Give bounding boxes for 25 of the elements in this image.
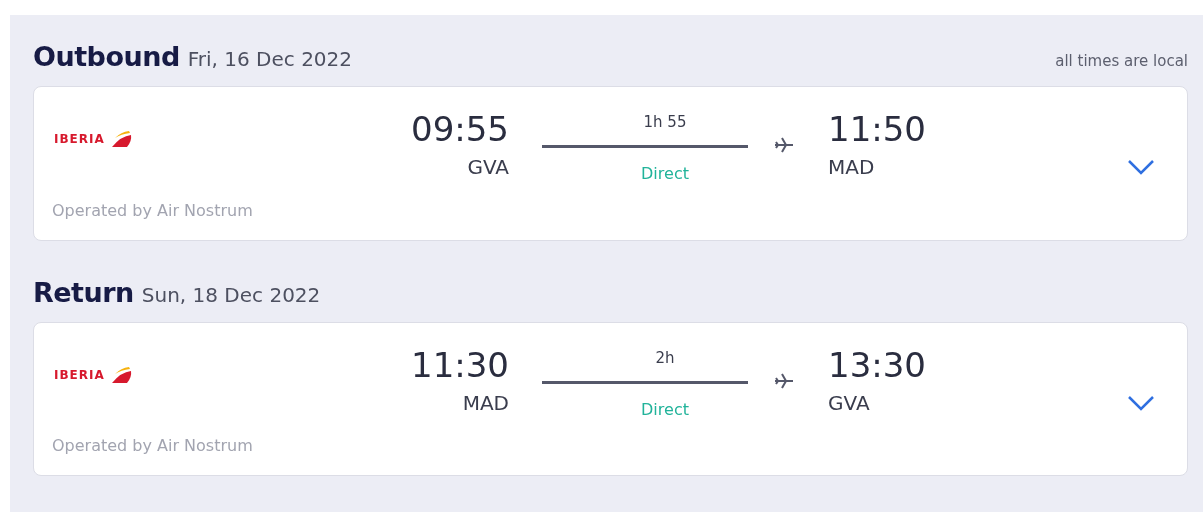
arrival-airport: MAD (828, 155, 876, 179)
leg-date: Sun, 18 Dec 2022 (141, 282, 321, 307)
leg-title: Return (33, 276, 134, 308)
plane-icon (774, 136, 794, 154)
plane-icon (774, 371, 794, 390)
flight-duration: 1h 55 (643, 113, 687, 131)
arrival-time: 11:50 (828, 109, 927, 149)
departure-time: 09:55 (410, 109, 509, 149)
leg-date: Fri, 16 Dec 2022 (187, 47, 353, 71)
arrival-time: 13:30 (828, 344, 927, 385)
operator-text: Operated by Air Nostrum (52, 200, 253, 220)
operator-text: Operated by Air Nostrum (52, 436, 253, 455)
departure-airport: MAD (461, 390, 509, 415)
departure-time: 11:30 (410, 344, 509, 385)
chevron-down-icon[interactable] (1127, 394, 1155, 411)
airline-logo: IBERIA (54, 362, 389, 387)
chevron-down-icon[interactable] (1127, 159, 1155, 175)
airline-logo: IBERIA (54, 127, 389, 151)
leg-title: Outbound (33, 41, 180, 72)
departure-airport: GVA (466, 155, 509, 179)
stops-label: Direct (641, 399, 689, 419)
flight-duration: 2h (655, 348, 675, 367)
arrival-airport: GVA (828, 390, 871, 415)
stops-label: Direct (641, 164, 689, 183)
timezone-note: all times are local (1055, 52, 1188, 70)
